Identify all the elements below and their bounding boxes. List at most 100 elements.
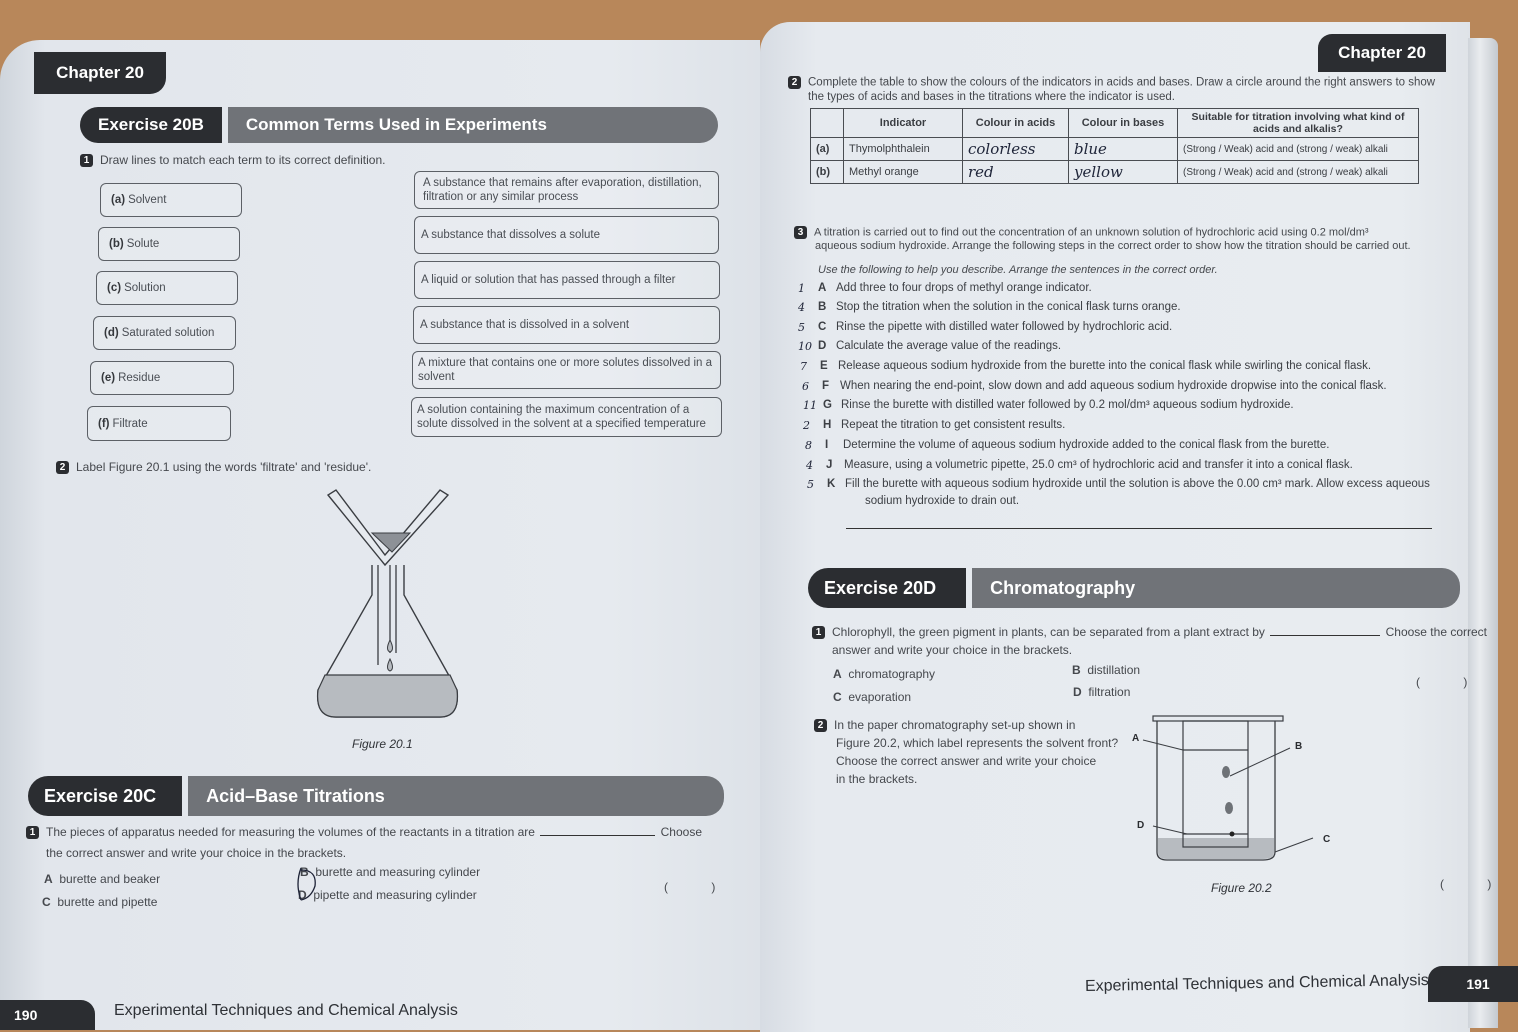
option-letter: C (42, 895, 51, 909)
colour-in-bases-input[interactable]: yellow (1068, 160, 1178, 184)
option-c[interactable]: C burette and pipette (42, 895, 157, 909)
titration-step: 2 H Repeat the titration to get consistent… (803, 419, 1066, 432)
question-prompt-line2: the types of acids and bases in the titr… (808, 91, 1175, 103)
option-a[interactable]: A chromatography (833, 667, 935, 681)
option-letter: C (833, 690, 842, 704)
question-number: 2 (814, 719, 827, 733)
definition-box[interactable]: A substance that is dissolved in a solve… (413, 306, 720, 344)
option-text: burette and beaker (59, 872, 161, 886)
handwritten-order-mark[interactable]: 11 (803, 399, 817, 412)
term-box[interactable]: (b) Solute (98, 227, 240, 261)
question-number: 1 (812, 626, 825, 640)
handwritten-order-mark[interactable]: 8 (805, 439, 812, 452)
colour-in-bases-input[interactable]: blue (1068, 137, 1178, 161)
drop (387, 638, 393, 653)
term-box[interactable]: (c) Solution (96, 271, 238, 305)
question-instruction: Use the following to help you describe. … (818, 264, 1218, 276)
label-line-b (1229, 747, 1291, 777)
question-number: 2 (56, 461, 69, 475)
definition-box[interactable]: A mixture that contains one or more solu… (412, 351, 721, 389)
sample-dot (1229, 831, 1235, 837)
question-q3: 3 A titration is carried out to find out … (794, 226, 1369, 239)
definition-box[interactable]: A solution containing the maximum concen… (411, 397, 722, 437)
definition-text: A solution containing the maximum concen… (417, 404, 706, 430)
answer-brackets[interactable]: ( ) (1440, 877, 1511, 891)
step-text: Repeat the titration to get consistent r… (841, 419, 1066, 431)
funnel-cone (326, 489, 450, 567)
definition-box[interactable]: A substance that dissolves a solute (414, 216, 719, 254)
titration-step: 4 B Stop the titration when the solution i… (798, 301, 1181, 314)
handwritten-order-mark[interactable]: 5 (798, 321, 805, 334)
answer-brackets[interactable]: ( ) (1416, 675, 1487, 689)
step-letter: F (822, 380, 830, 392)
term-label: Solution (124, 282, 166, 294)
indicator-name: Thymolphthalein (843, 137, 963, 161)
handwritten-order-mark[interactable]: 7 (800, 360, 807, 373)
term-box[interactable]: (f) Filtrate (87, 406, 231, 441)
option-b[interactable]: B distillation (1072, 663, 1140, 677)
titration-step: 11 G Rinse the burette with distilled wate… (803, 399, 1294, 412)
row-label: (a) (810, 137, 844, 161)
question-prompt: Complete the table to show the colours o… (808, 76, 1436, 89)
term-label: Saturated solution (121, 327, 215, 339)
answer-line[interactable] (846, 528, 1432, 529)
label-b: B (1295, 741, 1302, 752)
handwritten-order-mark[interactable]: 4 (798, 301, 805, 314)
step-text: Add three to four drops of methyl orange… (836, 282, 1092, 294)
question-20d-1: 1 Chlorophyll, the green pigment in plant… (812, 625, 1487, 640)
suitable-titration-choice[interactable]: (Strong / Weak) acid and (strong / weak)… (1177, 160, 1419, 184)
option-c[interactable]: C evaporation (833, 690, 911, 704)
exercise-number: Exercise 20B (80, 107, 222, 143)
option-text: distillation (1087, 663, 1141, 677)
titration-step: 6 F When nearing the end-point, slow down … (802, 380, 1387, 393)
step-text: sodium hydroxide to drain out. (865, 495, 1020, 507)
colour-in-acids-input[interactable]: colorless (962, 137, 1069, 161)
question-20b-1: 1 Draw lines to match each term to its co… (80, 153, 386, 168)
drop (387, 657, 393, 672)
option-d[interactable]: D pipette and measuring cylinder (298, 888, 477, 902)
step-letter: I (825, 439, 829, 451)
handwritten-order-mark[interactable]: 10 (798, 340, 812, 353)
table-row: (a) Thymolphthalein colorless blue (Stro… (810, 137, 1419, 161)
term-box[interactable]: (e) Residue (90, 361, 234, 395)
question-prompt: Label Figure 20.1 using the words 'filtr… (76, 460, 372, 474)
term-box[interactable]: (d) Saturated solution (93, 316, 236, 350)
definition-box[interactable]: A liquid or solution that has passed thr… (414, 261, 720, 299)
term-letter: (c) (107, 282, 122, 294)
row-label: (b) (810, 160, 844, 184)
titration-step: 4 J Measure, using a volumetric pipette, 2… (806, 459, 1353, 472)
handwritten-order-mark[interactable]: 6 (802, 380, 809, 393)
step-letter: K (827, 478, 836, 490)
chromatography-paper (1182, 720, 1249, 848)
term-letter: (d) (104, 327, 119, 339)
colour-in-acids-input[interactable]: red (962, 160, 1069, 184)
handwritten-order-mark[interactable]: 2 (803, 419, 810, 432)
exercise-title: Chromatography (972, 568, 1460, 608)
option-text: burette and measuring cylinder (315, 865, 481, 879)
handwritten-order-mark[interactable]: 1 (798, 282, 805, 295)
step-text: Release aqueous sodium hydroxide from th… (838, 360, 1372, 372)
option-d[interactable]: D filtration (1073, 685, 1130, 699)
question-prompt: Draw lines to match each term to its cor… (100, 153, 386, 167)
suitable-titration-choice[interactable]: (Strong / Weak) acid and (strong / weak)… (1177, 137, 1419, 161)
question-prompt-line2: answer and write your choice in the brac… (832, 643, 1073, 657)
handwritten-order-mark[interactable]: 5 (807, 478, 814, 491)
step-letter: G (823, 399, 832, 411)
term-letter: (a) (111, 194, 126, 206)
titration-step: 5 C Rinse the pipette with distilled water… (798, 321, 1172, 334)
table-header: Colour in acids (962, 108, 1069, 138)
question-prompt-line: Choose the correct answer and write your… (836, 754, 1097, 768)
answer-brackets[interactable]: ( ) (664, 880, 735, 894)
definition-box[interactable]: A substance that remains after evaporati… (414, 171, 719, 209)
handwritten-order-mark[interactable]: 4 (806, 459, 813, 472)
answer-blank[interactable] (540, 835, 656, 836)
option-b[interactable]: B burette and measuring cylinder (300, 865, 480, 879)
term-box[interactable]: (a) Solvent (100, 183, 242, 217)
step-letter: J (826, 459, 833, 471)
titration-step: 1 A Add three to four drops of methyl oran… (798, 282, 1092, 295)
table-row: (b) Methyl orange red yellow (Strong / W… (810, 160, 1419, 184)
answer-blank[interactable] (1270, 635, 1381, 636)
figure-20-2-caption: Figure 20.2 (1211, 881, 1272, 895)
term-letter: (f) (98, 417, 110, 430)
option-a[interactable]: A burette and beaker (44, 872, 160, 886)
